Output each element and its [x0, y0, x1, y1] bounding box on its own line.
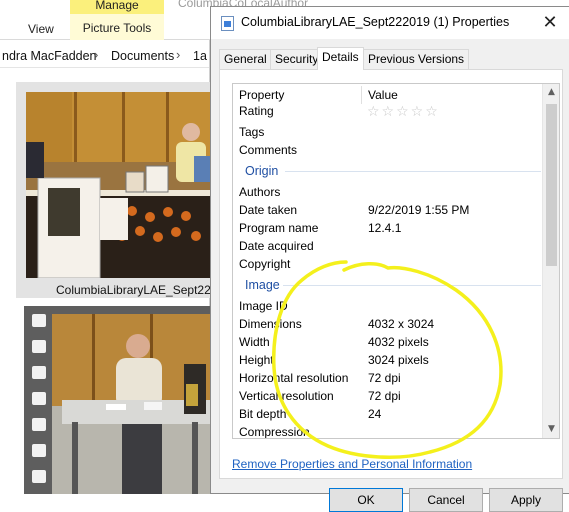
tab-strip: General Security Details Previous Versio…: [219, 47, 559, 70]
tab-picture-tools[interactable]: Picture Tools: [70, 14, 164, 40]
thumbnail-caption[interactable]: ColumbiaLibraryLAE_Sept222: [56, 283, 217, 297]
image-file-icon: [221, 16, 234, 31]
film-perforation: [32, 366, 46, 379]
dialog-titlebar[interactable]: ColumbiaLibraryLAE_Sept222019 (1) Proper…: [211, 7, 569, 39]
property-value[interactable]: 3024 pixels: [368, 353, 429, 367]
property-label: Compression: [239, 425, 310, 439]
chevron-right-icon[interactable]: ›: [176, 47, 180, 62]
property-row-tags[interactable]: Tags: [233, 123, 543, 141]
property-row-program-name[interactable]: Program name 12.4.1: [233, 219, 543, 237]
group-divider: [283, 285, 541, 286]
property-label: Dimensions: [239, 317, 302, 331]
video-frame[interactable]: [52, 314, 210, 494]
property-row-dimensions[interactable]: Dimensions 4032 x 3024: [233, 315, 543, 333]
property-value[interactable]: 4032 pixels: [368, 335, 429, 349]
breadcrumb-documents[interactable]: Documents: [111, 49, 174, 63]
tab-general[interactable]: General: [219, 49, 272, 70]
manage-contextual-tab[interactable]: Manage: [70, 0, 164, 14]
tab-view[interactable]: View: [28, 22, 54, 36]
group-heading-origin: Origin: [245, 164, 279, 178]
property-row-horizontal-resolution[interactable]: Horizontal resolution 72 dpi: [233, 369, 543, 387]
property-value[interactable]: 12.4.1: [368, 221, 401, 235]
column-header-value[interactable]: Value: [368, 88, 398, 102]
property-row-vertical-resolution[interactable]: Vertical resolution 72 dpi: [233, 387, 543, 405]
property-label: Height: [239, 353, 274, 367]
photo-thumbnail[interactable]: [26, 92, 210, 278]
tab-previous-versions[interactable]: Previous Versions: [363, 49, 470, 70]
property-value[interactable]: 72 dpi: [368, 371, 401, 385]
film-perforation: [32, 418, 46, 431]
tab-details[interactable]: Details: [317, 47, 364, 70]
vertical-scrollbar[interactable]: ▲ ▼: [542, 84, 559, 438]
list-header: Property Value: [233, 84, 543, 106]
property-label: Comments: [239, 143, 298, 157]
property-label: Vertical resolution: [239, 389, 334, 403]
breadcrumb-folder[interactable]: 1a: [193, 49, 207, 63]
film-perforation: [32, 470, 46, 483]
film-perforation: [32, 392, 46, 405]
chevron-right-icon[interactable]: ›: [94, 47, 98, 62]
scroll-down-arrow-icon[interactable]: ▼: [543, 421, 559, 438]
property-label: Date acquired: [239, 239, 314, 253]
film-perforation: [32, 444, 46, 457]
breadcrumb-user[interactable]: ndra MacFadden: [2, 49, 97, 63]
property-row-width[interactable]: Width 4032 pixels: [233, 333, 543, 351]
film-perforation: [32, 314, 46, 327]
ok-button[interactable]: OK: [329, 488, 403, 512]
tab-security[interactable]: Security: [270, 49, 324, 70]
property-label: Tags: [239, 125, 265, 139]
property-row-height[interactable]: Height 3024 pixels: [233, 351, 543, 369]
property-row-rating[interactable]: Rating ☆☆☆☆☆: [233, 104, 543, 123]
property-row-date-acquired[interactable]: Date acquired: [233, 237, 543, 255]
rating-stars-icon[interactable]: ☆☆☆☆☆: [367, 104, 440, 120]
property-label: Date taken: [239, 203, 298, 217]
column-header-property[interactable]: Property: [239, 88, 284, 102]
property-row-comments[interactable]: Comments: [233, 141, 543, 159]
remove-properties-link[interactable]: Remove Properties and Personal Informati…: [232, 457, 472, 471]
property-value[interactable]: 24: [368, 407, 381, 421]
properties-dialog: ColumbiaLibraryLAE_Sept222019 (1) Proper…: [210, 6, 569, 512]
property-label: Copyright: [239, 257, 291, 271]
property-label: Width: [239, 335, 270, 349]
property-label: Rating: [239, 104, 274, 118]
details-panel: Property Value Rating ☆☆☆☆☆ Tags Comment…: [219, 69, 563, 479]
apply-button[interactable]: Apply: [489, 488, 563, 512]
property-label: Program name: [239, 221, 319, 235]
property-row-compression[interactable]: Compression: [233, 423, 543, 439]
group-heading-image: Image: [245, 278, 280, 292]
column-divider[interactable]: [361, 86, 362, 104]
scroll-up-arrow-icon[interactable]: ▲: [543, 84, 559, 101]
property-row-authors[interactable]: Authors: [233, 183, 543, 201]
cancel-button[interactable]: Cancel: [409, 488, 483, 512]
close-button[interactable]: ✕: [540, 13, 560, 33]
property-label: Image ID: [239, 299, 288, 313]
property-row-bit-depth[interactable]: Bit depth 24: [233, 405, 543, 423]
group-divider: [285, 171, 541, 172]
property-label: Bit depth: [239, 407, 287, 421]
film-perforation: [32, 340, 46, 353]
dialog-title: ColumbiaLibraryLAE_Sept222019 (1) Proper…: [241, 15, 510, 29]
properties-list[interactable]: Property Value Rating ☆☆☆☆☆ Tags Comment…: [232, 83, 560, 439]
property-row-copyright[interactable]: Copyright: [233, 255, 543, 273]
property-row-date-taken[interactable]: Date taken 9/22/2019 1:55 PM: [233, 201, 543, 219]
scrollbar-thumb[interactable]: [546, 104, 557, 266]
property-row-image-id[interactable]: Image ID: [233, 297, 543, 315]
property-value[interactable]: 72 dpi: [368, 389, 401, 403]
property-value[interactable]: 9/22/2019 1:55 PM: [368, 203, 469, 217]
property-value[interactable]: 4032 x 3024: [368, 317, 434, 331]
property-label: Authors: [239, 185, 281, 199]
property-label: Horizontal resolution: [239, 371, 349, 385]
